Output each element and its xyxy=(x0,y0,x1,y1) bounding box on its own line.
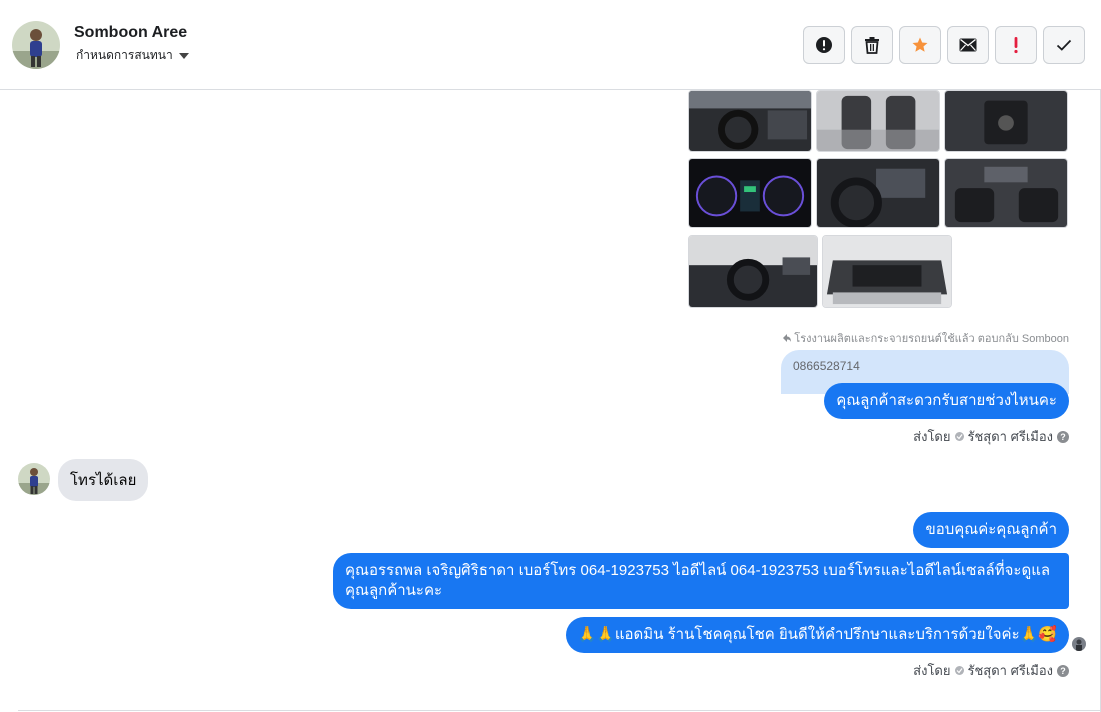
envelope-icon xyxy=(959,38,977,52)
sent-by-info-1: ส่งโดย รัชสุดา ศรีเมือง ? xyxy=(913,426,1069,447)
sender-name[interactable]: รัชสุดา ศรีเมือง xyxy=(968,660,1054,681)
help-icon[interactable]: ? xyxy=(1057,430,1069,443)
check-dot-icon xyxy=(954,432,964,441)
car-photo-cabin[interactable] xyxy=(944,158,1068,228)
sent-by-label: ส่งโดย xyxy=(913,429,951,444)
quoted-text: 0866528714 xyxy=(793,359,860,373)
caret-down-icon xyxy=(178,52,189,59)
bottom-divider xyxy=(18,710,1100,711)
car-photo-engine[interactable] xyxy=(822,235,952,308)
spam-button[interactable] xyxy=(995,26,1037,64)
sender-avatar[interactable] xyxy=(18,463,50,495)
outgoing-message-3[interactable]: คุณอรรถพล เจริญศิริธาดา เบอร์โทร 064-192… xyxy=(333,553,1069,609)
star-icon xyxy=(912,37,928,52)
check-icon xyxy=(1056,39,1072,51)
outgoing-message-2[interactable]: ขอบคุณค่ะคุณลูกค้า xyxy=(913,512,1069,548)
car-photo-interior-wide[interactable] xyxy=(688,235,818,308)
outgoing-message-1[interactable]: คุณลูกค้าสะดวกรับสายช่วงไหนคะ xyxy=(824,383,1069,419)
car-photo-steering[interactable] xyxy=(816,158,940,228)
conversation-settings-label: กำหนดการสนทนา xyxy=(76,48,173,62)
seen-avatar xyxy=(1072,637,1086,651)
exclamation-icon xyxy=(1014,37,1018,54)
trash-icon xyxy=(865,37,879,54)
sent-by-label: ส่งโดย xyxy=(913,663,951,678)
conversation-header: Somboon Aree กำหนดการสนทนา xyxy=(0,0,1101,90)
car-photo-gauges[interactable] xyxy=(688,158,812,228)
reply-arrow-icon xyxy=(783,334,792,342)
incoming-message-1[interactable]: โทรได้เลย xyxy=(58,459,149,501)
reply-note: โรงงานผลิตและกระจายรถยนต์ใช้แล้ว ตอบกลับ… xyxy=(783,329,1069,347)
conversation-toolbar xyxy=(803,26,1085,64)
contact-avatar[interactable] xyxy=(12,21,60,69)
done-button[interactable] xyxy=(1043,26,1085,64)
conversation-settings-dropdown[interactable]: กำหนดการสนทนา xyxy=(76,46,189,65)
car-photo-seats[interactable] xyxy=(816,90,940,152)
exclamation-circle-icon xyxy=(816,37,832,53)
sent-by-info-2: ส่งโดย รัชสุดา ศรีเมือง ? xyxy=(913,660,1069,681)
car-photo-console[interactable] xyxy=(944,90,1068,152)
star-button[interactable] xyxy=(899,26,941,64)
reply-note-text: โรงงานผลิตและกระจายรถยนต์ใช้แล้ว ตอบกลับ… xyxy=(794,333,1069,345)
help-icon[interactable]: ? xyxy=(1057,664,1069,677)
check-dot-icon xyxy=(954,666,964,675)
alert-button[interactable] xyxy=(803,26,845,64)
outgoing-message-4[interactable]: 🙏🙏แอดมิน ร้านโชคคุณโชค ยินดีให้คำปรึกษาแ… xyxy=(565,617,1069,653)
car-photo-dashboard[interactable] xyxy=(688,90,812,152)
contact-name[interactable]: Somboon Aree xyxy=(74,24,187,42)
sender-name[interactable]: รัชสุดา ศรีเมือง xyxy=(968,426,1054,447)
delete-button[interactable] xyxy=(851,26,893,64)
mail-button[interactable] xyxy=(947,26,989,64)
